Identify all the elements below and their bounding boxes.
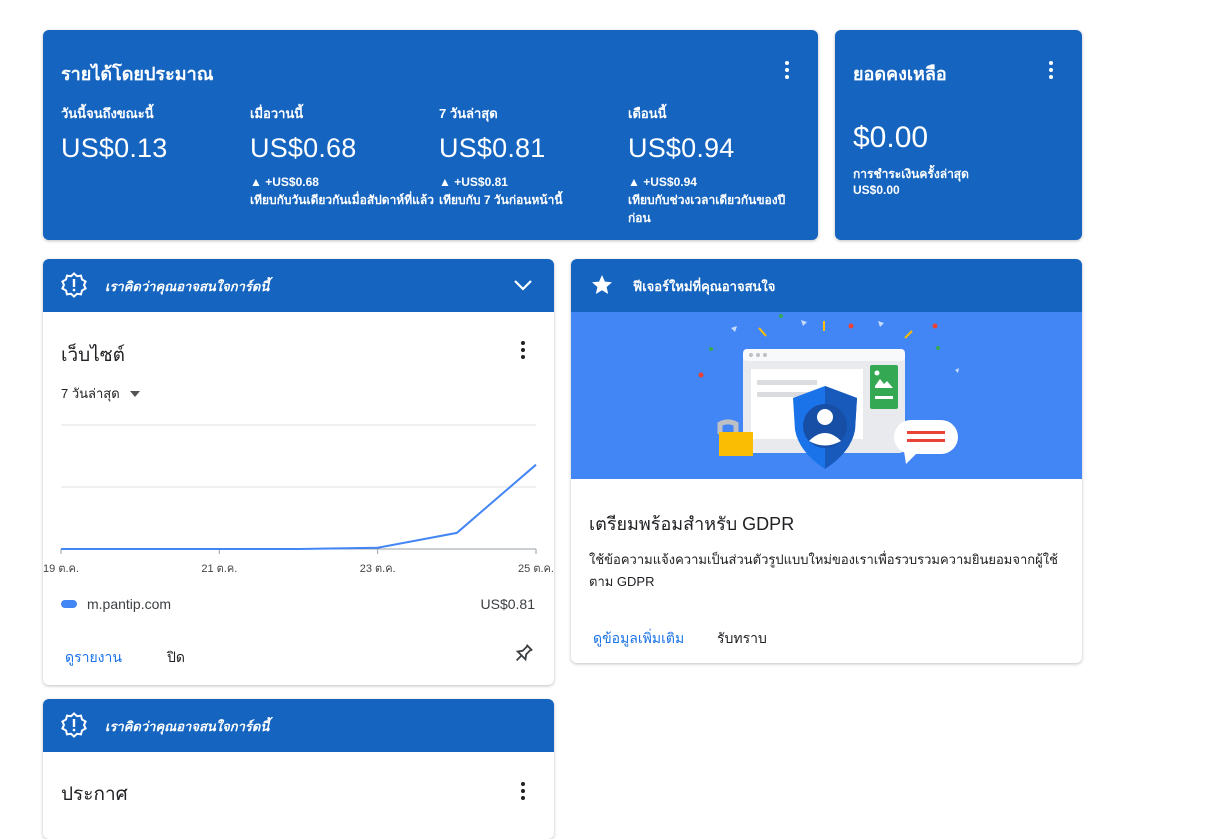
metric-this-month: เดือนนี้ US$0.94 ▲ +US$0.94 เทียบกับช่วง… [628, 103, 803, 227]
metric-label: 7 วันล่าสุด [439, 106, 498, 121]
feature-card-header-text: ฟีเจอร์ใหม่ที่คุณอาจสนใจ [633, 279, 776, 294]
balance-title: ยอดคงเหลือ [853, 64, 947, 84]
announcement-card: เราคิดว่าคุณอาจสนใจการ์ดนี้ ประกาศ [43, 699, 554, 839]
estimated-earnings-title: รายได้โดยประมาณ [61, 64, 214, 84]
gdpr-illustration [571, 312, 1082, 479]
close-button[interactable]: ปิด [167, 647, 185, 669]
announcement-menu-icon[interactable] [511, 779, 535, 803]
star-icon [592, 275, 612, 294]
metric-yesterday: เมื่อวานนี้ US$0.68 ▲ +US$0.68 เทียบกับว… [250, 103, 435, 209]
last-payment-value: US$0.00 [853, 183, 900, 197]
metric-change: ▲ +US$0.68 [250, 175, 319, 189]
last-payment-label: การชำระเงินครั้งล่าสุด [853, 167, 969, 181]
feature-title: เตรียมพร้อมสำหรับ GDPR [589, 514, 795, 534]
metric-last-7-days: 7 วันล่าสุด US$0.81 ▲ +US$0.81 เทียบกับ … [439, 103, 624, 209]
metric-label: เมื่อวานนี้ [250, 106, 304, 121]
sites-card: เราคิดว่าคุณอาจสนใจการ์ดนี้ เว็บไซต์ 7 ว… [43, 259, 554, 685]
suggested-card-header-text: เราคิดว่าคุณอาจสนใจการ์ดนี้ [105, 719, 270, 734]
feature-description: ใช้ข้อความแจ้งความเป็นส่วนตัวรูปแบบใหม่ข… [589, 552, 1058, 589]
x-tick-label: 21 ต.ค. [201, 563, 237, 575]
x-tick-label: 19 ต.ค. [43, 563, 79, 575]
info-badge-icon [61, 712, 87, 738]
metric-compare: เทียบกับช่วงเวลาเดียวกันของปีก่อน [628, 193, 786, 225]
feature-card: ฟีเจอร์ใหม่ที่คุณอาจสนใจ เตรียมพร้อมสำหร… [571, 259, 1082, 663]
metric-compare: เทียบกับ 7 วันก่อนหน้านี้ [439, 193, 563, 207]
earnings-line-chart: 19 ต.ค. 21 ต.ค. 23 ต.ค. 25 ต.ค. [43, 424, 554, 575]
estimated-earnings-card: รายได้โดยประมาณ วันนี้จนถึงขณะนี้ US$0.1… [43, 30, 818, 240]
legend-value: US$0.81 [480, 596, 535, 612]
metric-today: วันนี้จนถึงขณะนี้ US$0.13 [61, 103, 246, 164]
x-tick-label: 23 ต.ค. [360, 563, 396, 575]
feature-card-header: ฟีเจอร์ใหม่ที่คุณอาจสนใจ [571, 259, 1082, 312]
metric-change: ▲ +US$0.94 [628, 175, 697, 189]
metric-value: US$0.68 [250, 133, 357, 163]
pin-icon[interactable] [511, 642, 535, 666]
x-tick-label: 25 ต.ค. [518, 563, 554, 575]
series-line [61, 463, 537, 550]
metric-label: เดือนนี้ [628, 106, 667, 121]
metric-value: US$0.94 [628, 133, 735, 163]
learn-more-button[interactable]: ดูข้อมูลเพิ่มเติม [593, 628, 684, 650]
legend-item: m.pantip.com [61, 596, 171, 612]
metric-compare: เทียบกับวันเดียวกันเมื่อสัปดาห์ที่แล้ว [250, 193, 434, 207]
legend-site-name: m.pantip.com [87, 596, 172, 612]
metric-value: US$0.81 [439, 133, 546, 163]
suggested-card-header: เราคิดว่าคุณอาจสนใจการ์ดนี้ [43, 699, 554, 752]
dismiss-button[interactable]: รับทราบ [717, 628, 767, 650]
earnings-menu-icon[interactable] [775, 58, 799, 82]
balance-value: $0.00 [853, 121, 929, 154]
metric-value: US$0.13 [61, 133, 168, 163]
balance-card: ยอดคงเหลือ $0.00 การชำระเงินครั้งล่าสุด … [835, 30, 1082, 240]
legend-swatch [61, 600, 77, 608]
metric-label: วันนี้จนถึงขณะนี้ [61, 106, 154, 121]
privacy-shield-illustration [698, 314, 959, 469]
balance-menu-icon[interactable] [1039, 58, 1063, 82]
metric-change: ▲ +US$0.81 [439, 175, 508, 189]
view-report-button[interactable]: ดูรายงาน [65, 647, 122, 669]
